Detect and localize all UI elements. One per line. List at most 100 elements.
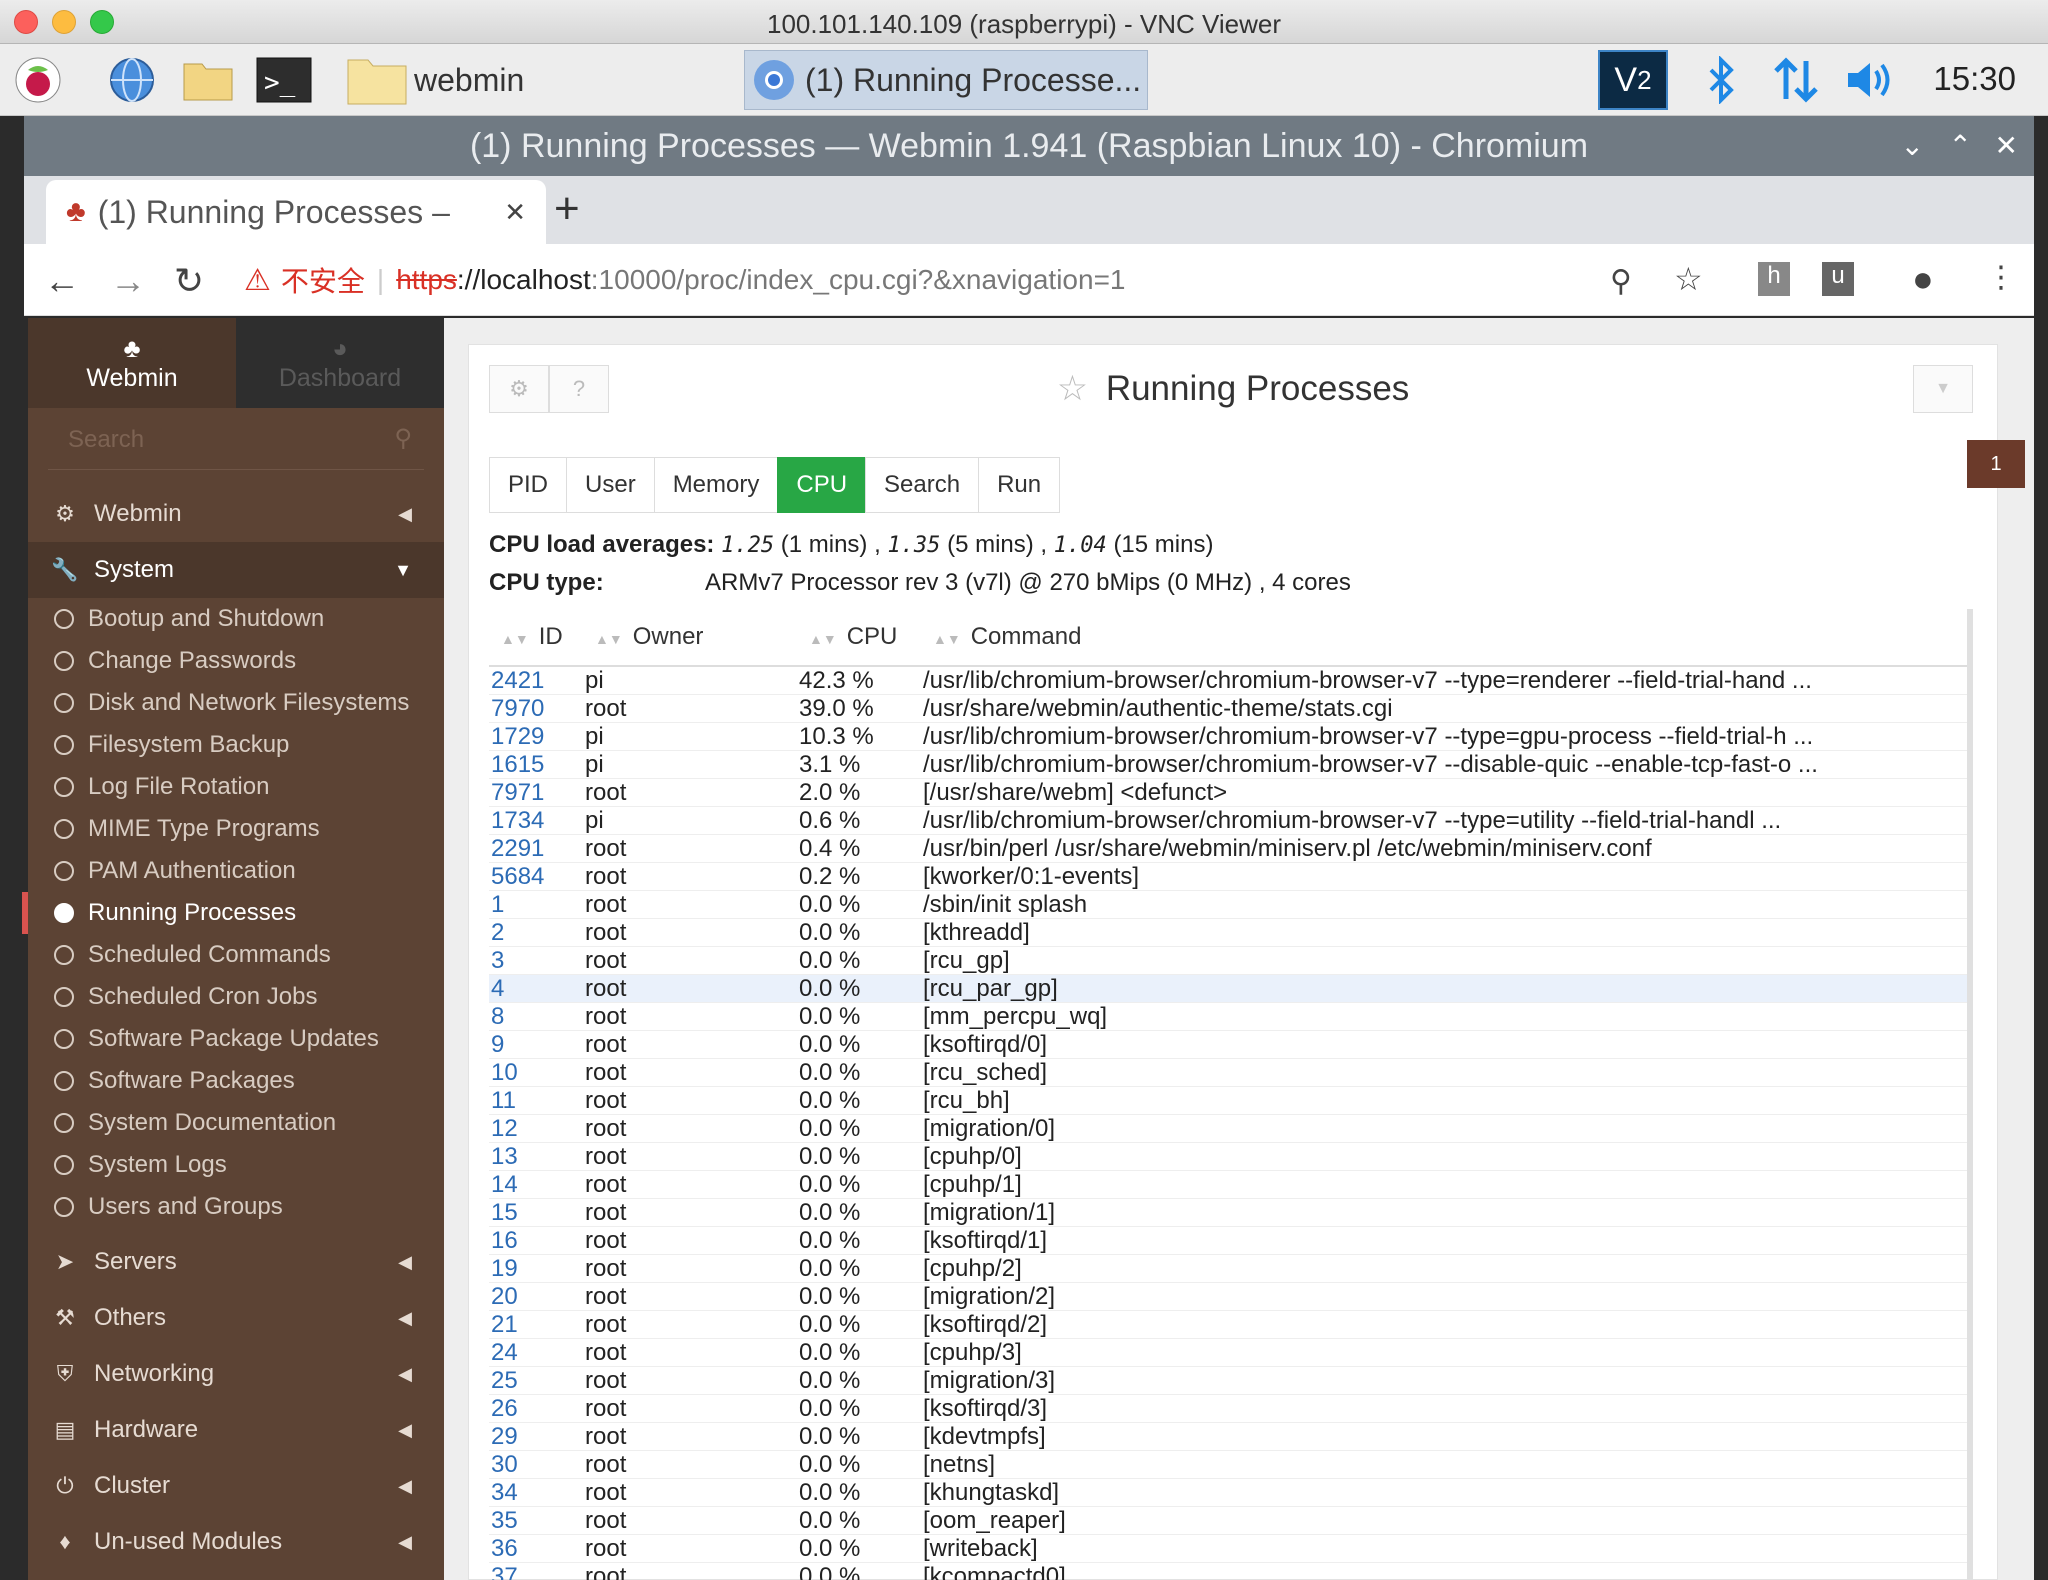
process-id-link[interactable]: 19: [489, 1255, 585, 1283]
column-cpu[interactable]: ▲▼ CPU: [799, 623, 923, 651]
process-id-link[interactable]: 5684: [489, 863, 585, 891]
zoom-icon[interactable]: ⚲: [1610, 264, 1632, 299]
sidebar-tab-webmin[interactable]: ♣ Webmin: [28, 318, 236, 408]
process-id-link[interactable]: 7971: [489, 779, 585, 807]
tab-search[interactable]: Search: [865, 457, 980, 513]
process-id-link[interactable]: 1734: [489, 807, 585, 835]
cpu-load-info: CPU load averages: 1.25 (1 mins) , 1.35 …: [489, 531, 1213, 559]
process-id-link[interactable]: 29: [489, 1423, 585, 1451]
network-arrows-icon[interactable]: [1768, 54, 1824, 106]
sidebar-item-system-logs[interactable]: System Logs: [28, 1144, 444, 1186]
sidebar-item-software-packages[interactable]: Software Packages: [28, 1060, 444, 1102]
forward-arrow-icon[interactable]: →: [110, 260, 146, 302]
sidebar-item-scheduled-commands[interactable]: Scheduled Commands: [28, 934, 444, 976]
process-id-link[interactable]: 2291: [489, 835, 585, 863]
process-id-link[interactable]: 15: [489, 1199, 585, 1227]
sidebar-item-mime-types[interactable]: MIME Type Programs: [28, 808, 444, 850]
extension-u-icon[interactable]: u: [1822, 262, 1854, 296]
sidebar-category-others[interactable]: ⚒ Others ◀: [28, 1290, 444, 1346]
process-id-link[interactable]: 14: [489, 1171, 585, 1199]
bluetooth-icon[interactable]: [1694, 54, 1750, 106]
process-id-link[interactable]: 2: [489, 919, 585, 947]
sidebar-category-unused[interactable]: ♦ Un-used Modules ◀: [28, 1514, 444, 1570]
sidebar-item-filesystems[interactable]: Disk and Network Filesystems: [28, 682, 444, 724]
sidebar-item-change-passwords[interactable]: Change Passwords: [28, 640, 444, 682]
process-id-link[interactable]: 25: [489, 1367, 585, 1395]
tab-pid[interactable]: PID: [489, 457, 568, 513]
tab-memory[interactable]: Memory: [653, 457, 779, 513]
favorite-star-icon[interactable]: ☆: [1057, 369, 1088, 408]
process-id-link[interactable]: 21: [489, 1311, 585, 1339]
bookmark-star-icon[interactable]: ☆: [1674, 260, 1703, 298]
tab-cpu[interactable]: CPU: [777, 457, 867, 513]
sidebar-category-cluster[interactable]: ⏻ Cluster ◀: [28, 1458, 444, 1514]
sidebar-tab-dashboard[interactable]: ◕ Dashboard: [236, 318, 444, 408]
process-id-link[interactable]: 9: [489, 1031, 585, 1059]
tab-run[interactable]: Run: [978, 457, 1061, 513]
tab-close-icon[interactable]: ✕: [504, 197, 526, 228]
process-id-link[interactable]: 24: [489, 1339, 585, 1367]
close-icon[interactable]: ✕: [1995, 116, 2018, 176]
tab-user[interactable]: User: [566, 457, 655, 513]
sidebar-item-users-groups[interactable]: Users and Groups: [28, 1186, 444, 1228]
terminal-icon[interactable]: >_: [256, 54, 312, 106]
column-owner[interactable]: ▲▼ Owner: [585, 623, 799, 651]
extension-h-icon[interactable]: h: [1758, 262, 1790, 296]
sidebar-item-filesystem-backup[interactable]: Filesystem Backup: [28, 724, 444, 766]
sidebar-item-running-processes[interactable]: Running Processes: [22, 892, 444, 934]
sidebar-search-input[interactable]: Search ⚲: [48, 412, 424, 470]
process-id-link[interactable]: 35: [489, 1507, 585, 1535]
process-id-link[interactable]: 3: [489, 947, 585, 975]
process-id-link[interactable]: 4: [489, 975, 585, 1003]
chevron-up-icon[interactable]: ⌃: [1949, 116, 1972, 176]
column-command[interactable]: ▲▼ Command: [923, 623, 1967, 651]
chevron-down-icon[interactable]: ⌄: [1901, 116, 1924, 176]
sidebar-category-system[interactable]: 🔧 System ▼: [28, 542, 444, 598]
sidebar-item-log-rotation[interactable]: Log File Rotation: [28, 766, 444, 808]
menu-kebab-icon[interactable]: ⋮: [1986, 260, 2016, 295]
process-id-link[interactable]: 20: [489, 1283, 585, 1311]
profile-avatar-icon[interactable]: ●: [1912, 258, 1934, 300]
process-id-link[interactable]: 1729: [489, 723, 585, 751]
process-id-link[interactable]: 16: [489, 1227, 585, 1255]
process-id-link[interactable]: 34: [489, 1479, 585, 1507]
process-id-link[interactable]: 7970: [489, 695, 585, 723]
process-id-link[interactable]: 13: [489, 1143, 585, 1171]
vnc-icon[interactable]: V2: [1598, 50, 1668, 110]
notification-bell-icon[interactable]: 1: [1967, 440, 2025, 488]
browser-globe-icon[interactable]: [104, 54, 160, 106]
sidebar-item-cron-jobs[interactable]: Scheduled Cron Jobs: [28, 976, 444, 1018]
volume-icon[interactable]: [1842, 54, 1898, 106]
process-id-link[interactable]: 30: [489, 1451, 585, 1479]
taskbar-webmin-folder[interactable]: webmin: [346, 50, 726, 110]
reload-icon[interactable]: ↻: [174, 260, 204, 302]
taskbar-chromium-window[interactable]: (1) Running Processe...: [744, 50, 1148, 110]
address-bar[interactable]: ⚠ 不安全 | https ://localhost :10000/proc/i…: [244, 252, 1734, 308]
process-id-link[interactable]: 1615: [489, 751, 585, 779]
browser-tab-running-processes[interactable]: ♣ (1) Running Processes – ✕: [46, 180, 546, 244]
sidebar-category-servers[interactable]: ➤ Servers ◀: [28, 1234, 444, 1290]
process-id-link[interactable]: 2421: [489, 667, 585, 695]
new-tab-button[interactable]: +: [554, 184, 580, 234]
filter-button[interactable]: ▼: [1913, 365, 1973, 413]
process-id-link[interactable]: 26: [489, 1395, 585, 1423]
table-row: 19 root 0.0 % [cpuhp/2]: [489, 1255, 1967, 1283]
process-id-link[interactable]: 8: [489, 1003, 585, 1031]
column-id[interactable]: ▲▼ ID: [489, 623, 585, 651]
sidebar-item-bootup[interactable]: Bootup and Shutdown: [28, 598, 444, 640]
process-id-link[interactable]: 10: [489, 1059, 585, 1087]
sidebar-category-webmin[interactable]: ⚙ Webmin ◀: [28, 486, 444, 542]
raspberry-menu-icon[interactable]: [10, 54, 66, 106]
process-id-link[interactable]: 37: [489, 1563, 585, 1580]
sidebar-item-pam[interactable]: PAM Authentication: [28, 850, 444, 892]
process-id-link[interactable]: 11: [489, 1087, 585, 1115]
process-id-link[interactable]: 36: [489, 1535, 585, 1563]
sidebar-item-system-docs[interactable]: System Documentation: [28, 1102, 444, 1144]
process-id-link[interactable]: 12: [489, 1115, 585, 1143]
file-manager-icon[interactable]: [180, 54, 236, 106]
process-id-link[interactable]: 1: [489, 891, 585, 919]
back-arrow-icon[interactable]: ←: [44, 260, 80, 302]
sidebar-category-networking[interactable]: ⛨ Networking ◀: [28, 1346, 444, 1402]
sidebar-category-hardware[interactable]: ▤ Hardware ◀: [28, 1402, 444, 1458]
sidebar-item-package-updates[interactable]: Software Package Updates: [28, 1018, 444, 1060]
